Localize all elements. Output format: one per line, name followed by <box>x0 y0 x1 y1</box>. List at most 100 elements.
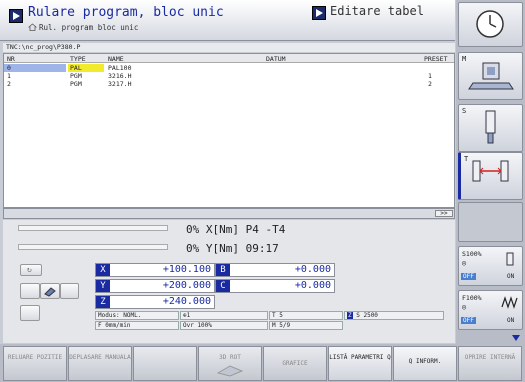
row-type: PGM <box>70 80 82 88</box>
row-preset: 1 <box>428 72 432 80</box>
m-label: M <box>462 55 467 63</box>
edit-mode-title: Editare tabel <box>330 4 424 18</box>
f-override-icon: ◎ <box>462 303 467 311</box>
row-name: 3217.H <box>108 80 132 88</box>
table-row[interactable]: 1 PGM 3216.H 1 <box>4 72 454 80</box>
spindle-icon <box>485 110 496 144</box>
axis-b-label: B <box>216 264 230 276</box>
axis-x-value: +100.100 <box>162 264 211 275</box>
blank-button[interactable] <box>60 283 79 299</box>
mode-info: Modus: NOML. <box>95 311 179 320</box>
col-datum: DATUM <box>266 55 286 63</box>
datum-value: 1 <box>186 312 191 319</box>
axis-z-value: +240.000 <box>162 296 211 307</box>
tool-info: T 5 <box>269 311 343 320</box>
home-icon <box>27 23 38 31</box>
row-nr: 2 <box>7 80 11 88</box>
m-function-icon <box>468 62 514 90</box>
axis-x-label: X <box>96 264 110 276</box>
scroll-down-icon[interactable] <box>511 334 521 342</box>
col-preset: PRESET <box>424 55 448 63</box>
3d-rot-icon <box>216 365 244 377</box>
spindle-small-icon <box>506 252 514 266</box>
blank-softkey[interactable] <box>458 202 523 242</box>
reposition-softkey[interactable]: RELUARE POZITIE <box>3 346 67 381</box>
progress-bar-x <box>18 225 168 231</box>
mode-title: Rulare program, bloc unic <box>28 5 224 20</box>
right-softkey-bar: M S T S100% ◎ OFF ON F100% ◎ OFF ON <box>456 0 525 382</box>
s-override-label: S100% <box>462 250 482 258</box>
f-on: ON <box>507 317 515 324</box>
table-row[interactable]: 0 PAL PAL100 <box>4 64 454 72</box>
axis-y-label: Y <box>96 280 110 292</box>
graphics-softkey[interactable]: GRAFICE <box>263 346 327 381</box>
t-label: T <box>464 155 469 163</box>
spindle-info: Z S 2500 <box>344 311 444 320</box>
spindle-axis: Z <box>347 312 353 319</box>
blank-button[interactable] <box>20 283 40 299</box>
3d-rot-label: 3D ROT <box>219 354 241 361</box>
axis-x: X +100.100 <box>95 263 215 277</box>
row-type: PGM <box>70 72 82 80</box>
internal-stop-softkey[interactable]: OPRIRE INTERNĂ <box>458 346 522 381</box>
row-name: PAL100 <box>108 64 132 72</box>
header: Rulare program, bloc unic Rul. program b… <box>0 0 455 41</box>
status-line-1: 0% X[Nm] P4 -T4 <box>186 223 286 236</box>
row-preset: 2 <box>428 80 432 88</box>
axis-z: Z +240.000 <box>95 295 215 309</box>
col-name: NAME <box>108 55 124 63</box>
axis-z-label: Z <box>96 296 110 308</box>
m-function-info: M 5/9 <box>269 321 343 330</box>
col-nr: NR <box>7 55 15 63</box>
edit-table-icon <box>312 6 326 20</box>
clock-icon <box>476 10 504 38</box>
axis-c-label: C <box>216 280 230 292</box>
horizontal-scrollbar[interactable]: >> <box>3 208 455 219</box>
q-inform-softkey[interactable]: Q INFORM. <box>393 346 457 381</box>
row-name: 3216.H <box>108 72 132 80</box>
axis-b-value: +0.000 <box>294 264 331 275</box>
blank-button[interactable] <box>20 305 40 321</box>
workpiece-icon[interactable] <box>40 283 60 299</box>
override-info: Ovr 100% <box>180 321 268 330</box>
f-off: OFF <box>461 317 476 324</box>
table-row[interactable]: 2 PGM 3217.H 2 <box>4 80 454 88</box>
axis-c: C +0.000 <box>215 279 335 293</box>
axis-c-value: +0.000 <box>294 280 331 291</box>
file-path: TNC:\nc_prog\P380.P <box>3 43 455 52</box>
refresh-icon[interactable]: ↻ <box>20 264 42 276</box>
mode-box: Rulare program, bloc unic Rul. program b… <box>3 3 303 38</box>
s-on: ON <box>507 273 515 280</box>
edit-mode-box[interactable]: Editare tabel <box>310 3 452 25</box>
q-parameter-list-softkey[interactable]: LISTĂ PARAMETRI Q <box>328 346 392 381</box>
axis-b: B +0.000 <box>215 263 335 277</box>
tool-change-icon <box>472 160 509 182</box>
blank-softkey[interactable] <box>133 346 197 381</box>
status-panel: 0% X[Nm] P4 -T4 0% Y[Nm] 09:17 <box>3 220 455 260</box>
position-display: ↻ X +100.100 B +0.000 Y +200.000 C +0.00… <box>3 260 455 343</box>
pallet-table[interactable]: NR TYPE NAME DATUM PRESET 0 PAL PAL100 1… <box>3 53 455 208</box>
feed-info: F 0mm/min <box>95 321 179 330</box>
clock-softkey[interactable] <box>458 2 523 47</box>
scroll-right-button[interactable]: >> <box>435 210 453 217</box>
s-off: OFF <box>461 273 476 280</box>
row-nr: 0 <box>4 64 66 72</box>
3d-rot-softkey[interactable]: 3D ROT <box>198 346 262 381</box>
m-function-softkey[interactable]: M <box>458 52 523 100</box>
table-header: NR TYPE NAME DATUM PRESET <box>4 54 454 63</box>
datum-info: ⊕1 <box>180 311 268 320</box>
feed-wave-icon <box>501 296 518 309</box>
axis-y: Y +200.000 <box>95 279 215 293</box>
spindle-softkey[interactable]: S <box>458 104 523 152</box>
spindle-override-softkey[interactable]: S100% ◎ OFF ON <box>458 246 523 286</box>
run-program-icon <box>9 9 23 23</box>
tool-softkey[interactable]: T <box>458 152 523 200</box>
progress-bar-y <box>18 244 168 250</box>
spindle-speed: S 2500 <box>356 312 378 319</box>
manual-move-softkey[interactable]: DEPLASARE MANUALA <box>68 346 132 381</box>
row-type[interactable]: PAL <box>68 64 104 72</box>
row-nr: 1 <box>7 72 11 80</box>
bottom-softkey-bar: RELUARE POZITIE DEPLASARE MANUALA 3D ROT… <box>0 344 525 382</box>
mode-subtitle: Rul. program bloc unic <box>39 23 139 32</box>
feed-override-softkey[interactable]: F100% ◎ OFF ON <box>458 290 523 330</box>
